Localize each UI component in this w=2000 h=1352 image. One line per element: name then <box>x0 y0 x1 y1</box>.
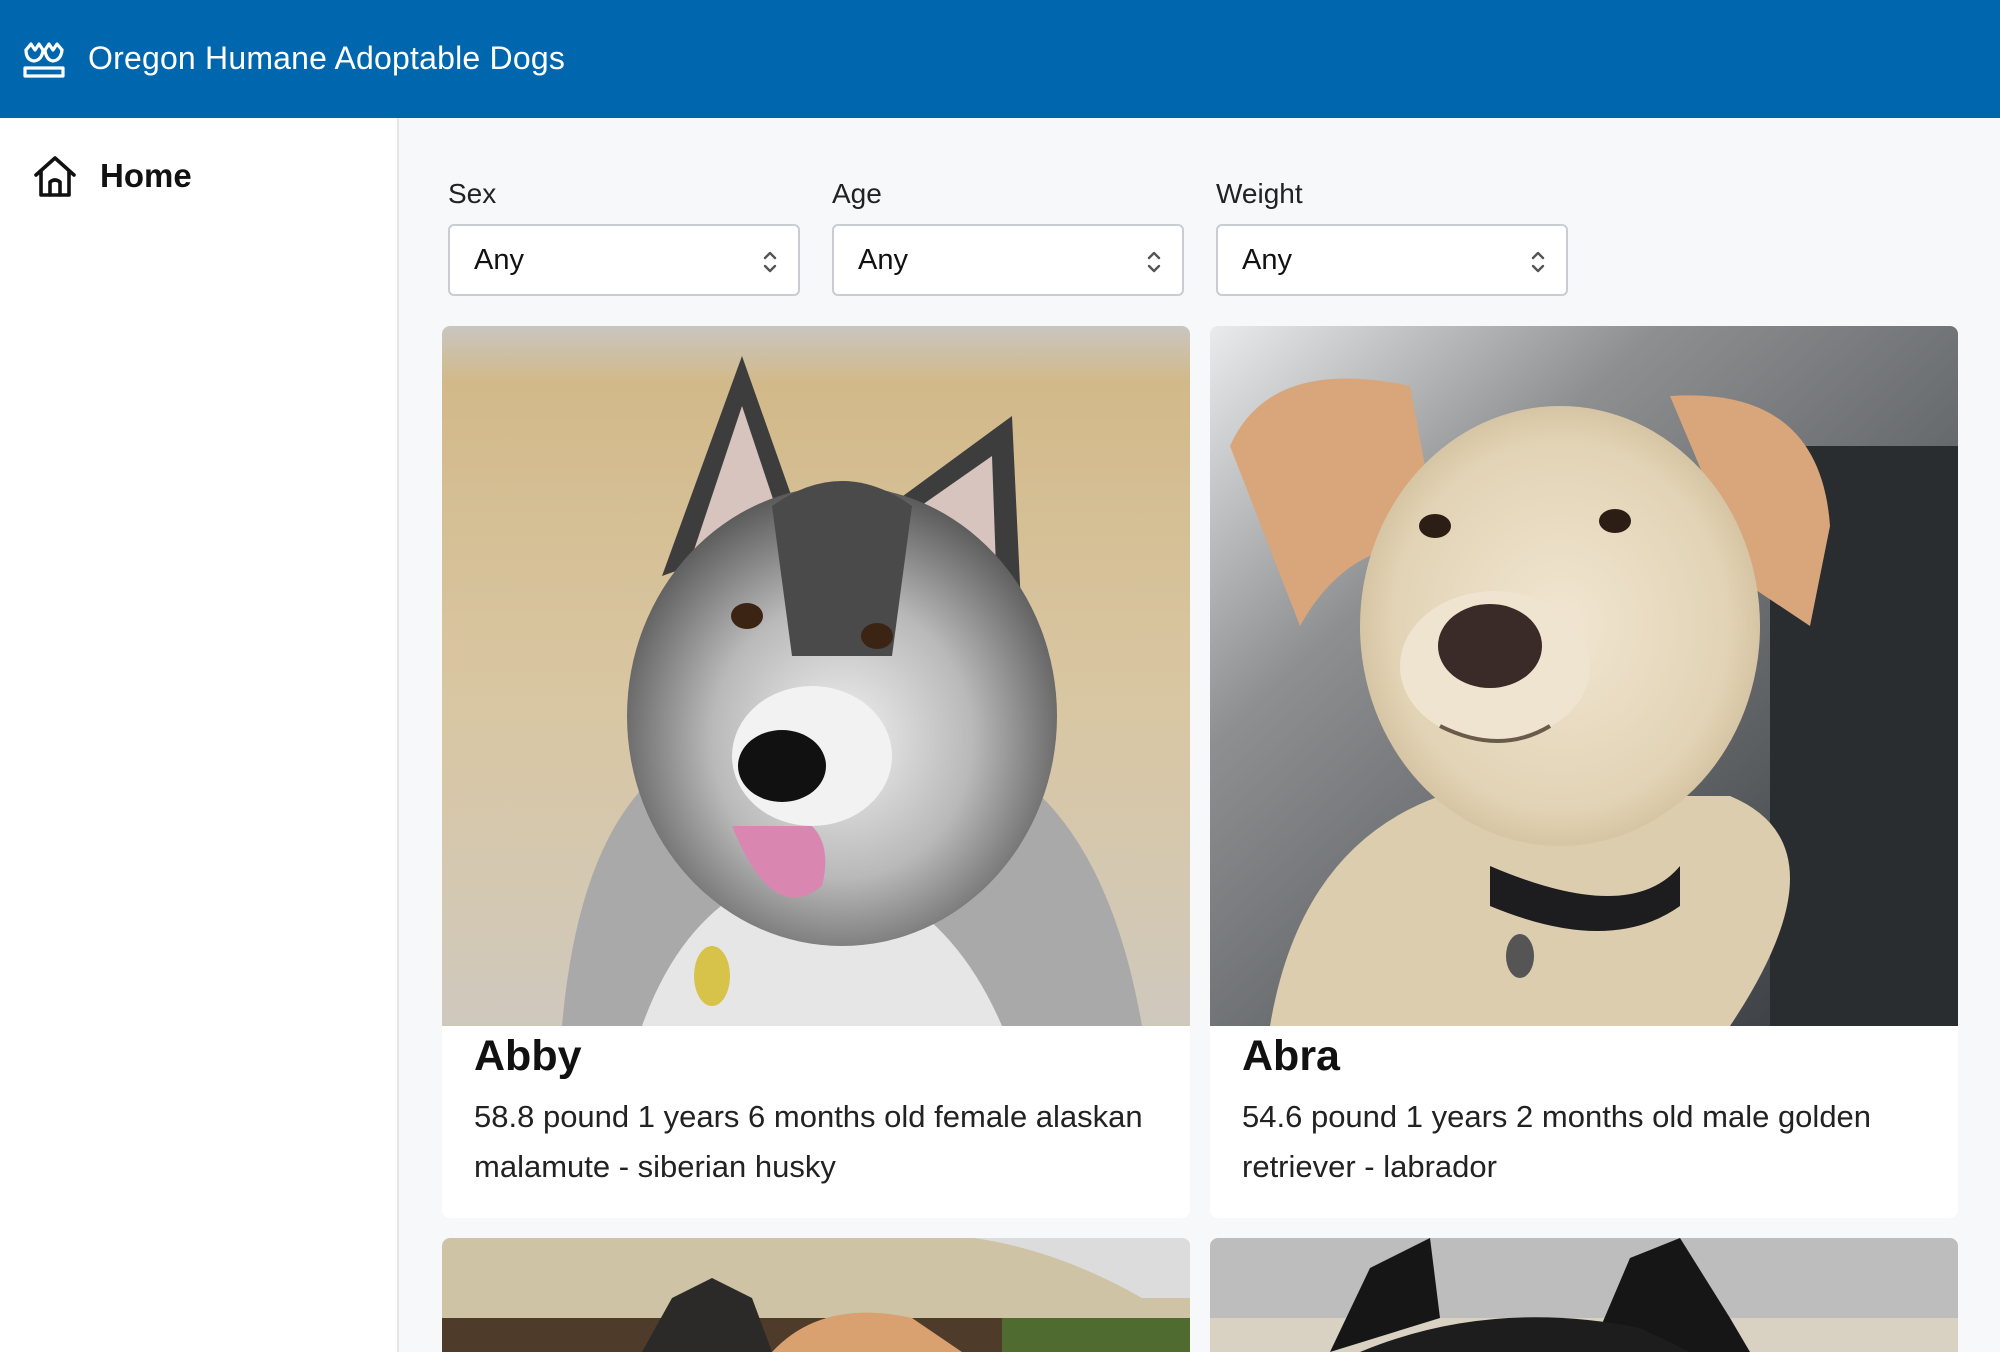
dog-name: Abra <box>1242 1032 1340 1080</box>
age-select-value: Any <box>858 243 908 276</box>
weight-select-value: Any <box>1242 243 1292 276</box>
weight-filter: Weight Any <box>1216 176 1568 296</box>
sidebar-item-label: Home <box>100 157 192 194</box>
dog-description: 54.6 pound 1 years 2 months old male gol… <box>1242 1099 1872 1184</box>
dog-card-abra[interactable]: Abra 54.6 pound 1 years 2 months old mal… <box>1210 326 1958 1218</box>
sex-select-value: Any <box>474 243 524 276</box>
sidebar <box>0 118 399 1352</box>
age-filter-label: Age <box>832 178 882 209</box>
dog-description: 58.8 pound 1 years 6 months old female a… <box>474 1099 1143 1184</box>
sex-select[interactable]: Any <box>448 224 800 296</box>
chevron-updown-icon <box>1147 251 1161 273</box>
home-icon <box>34 156 76 197</box>
weight-select[interactable]: Any <box>1216 224 1568 296</box>
chevron-updown-icon <box>763 251 777 273</box>
dog-photo <box>1210 326 1958 1026</box>
age-select[interactable]: Any <box>832 224 1184 296</box>
dog-photo <box>1210 1238 1958 1352</box>
dog-card-abby[interactable]: Abby 58.8 pound 1 years 6 months old fem… <box>442 326 1190 1218</box>
age-filter: Age Any <box>832 176 1184 296</box>
app-header: Oregon Humane Adoptable Dogs <box>0 0 2000 118</box>
dog-photo <box>442 326 1190 1026</box>
dog-card-partial[interactable] <box>1210 1238 1958 1352</box>
dog-photo <box>442 1238 1190 1352</box>
dog-card-partial[interactable] <box>442 1238 1190 1352</box>
sex-filter-label: Sex <box>448 178 497 209</box>
dog-name: Abby <box>474 1032 582 1080</box>
dogs-logo-icon <box>23 42 65 78</box>
chevron-updown-icon <box>1531 251 1545 273</box>
sidebar-item-home[interactable]: Home <box>32 152 372 200</box>
app-title: Oregon Humane Adoptable Dogs <box>88 40 566 76</box>
weight-filter-label: Weight <box>1216 178 1303 209</box>
sex-filter: Sex Any <box>448 176 800 296</box>
